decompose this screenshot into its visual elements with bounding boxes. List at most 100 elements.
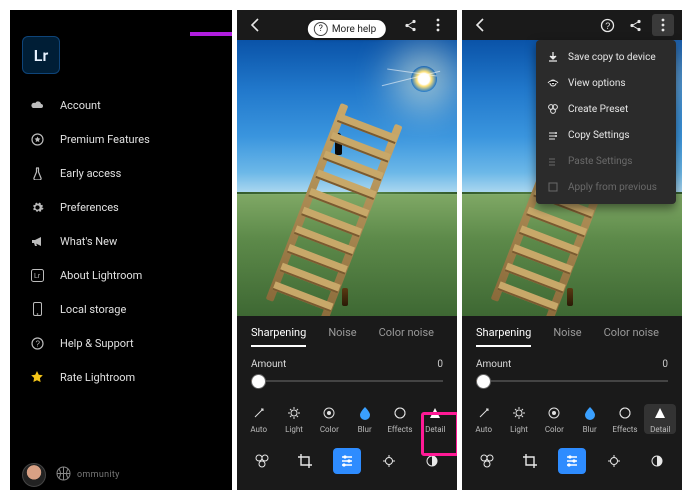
tool-detail[interactable]: Detail [419,404,451,434]
back-icon[interactable] [245,14,267,36]
avatar[interactable] [22,463,46,487]
tool-label: Detail [425,425,445,434]
lr-box-icon: Lr [26,269,48,282]
sidebar-item-label: Premium Features [60,133,150,146]
tab-color-noise[interactable]: Color noise [604,326,659,347]
bottom-toolbar [462,442,682,482]
menu-paste-settings: Paste Settings [536,148,676,174]
adjust-icon[interactable] [333,448,361,474]
bottom-toolbar [237,442,457,482]
kebab-icon[interactable] [427,14,449,36]
slider-thumb[interactable] [476,374,491,389]
heal-icon[interactable] [600,448,628,474]
sidebar-item-preferences[interactable]: Preferences [10,190,232,224]
tool-label: Color [320,425,339,434]
app-logo: Lr [22,36,60,74]
sidebar-item-rate[interactable]: Rate Lightroom [10,360,232,394]
tool-label: Light [285,425,303,434]
sidebar-item-label: Local storage [60,303,126,316]
tool-light[interactable]: Light [278,404,310,434]
flask-icon [26,167,48,180]
menu-create-preset[interactable]: Create Preset [536,96,676,122]
blur-icon [584,404,596,422]
heal-icon[interactable] [375,448,403,474]
phone-icon [26,302,48,316]
sidebar-item-about[interactable]: Lr About Lightroom [10,258,232,292]
slider-thumb[interactable] [251,374,266,389]
light-icon [512,404,526,422]
mask-icon[interactable] [643,448,671,474]
tab-sharpening[interactable]: Sharpening [251,326,306,347]
menu-copy-settings[interactable]: Copy Settings [536,122,676,148]
share-icon[interactable] [399,14,421,36]
effects-icon [618,404,632,422]
kebab-icon[interactable] [652,14,674,36]
menu-label: Create Preset [568,104,628,115]
help-icon: ? [314,22,328,36]
blur-icon [359,404,371,422]
tool-effects[interactable]: Effects [384,404,416,434]
presets-icon[interactable] [248,448,276,474]
menu-label: Paste Settings [568,156,632,167]
sidebar-item-premium[interactable]: Premium Features [10,122,232,156]
effects-icon [393,404,407,422]
tool-label: Color [545,425,564,434]
amount-slider[interactable] [251,374,443,388]
sidebar-item-label: Account [60,99,101,112]
sidebar-item-account[interactable]: Account [10,88,232,122]
tab-color-noise[interactable]: Color noise [379,326,434,347]
menu-label: View options [568,78,626,89]
gear-icon [26,201,48,214]
photo-preview[interactable] [237,40,457,316]
tool-auto[interactable]: Auto [468,404,500,434]
sidebar-item-label: Preferences [60,201,119,214]
slider-label-amount: Amount [251,359,437,370]
sidebar-item-label: What's New [60,235,117,248]
help-icon: ? [26,337,48,350]
menu-save-copy[interactable]: Save copy to device [536,44,676,70]
sidebar-item-help[interactable]: ? Help & Support [10,326,232,360]
tool-effects[interactable]: Effects [609,404,641,434]
tool-blur[interactable]: Blur [574,404,606,434]
sidebar-item-local-storage[interactable]: Local storage [10,292,232,326]
tool-label: Blur [583,425,597,434]
tool-blur[interactable]: Blur [349,404,381,434]
back-icon[interactable] [470,14,492,36]
tool-detail[interactable]: Detail [644,404,676,434]
detail-tabs: Sharpening Noise Color noise [462,316,682,351]
more-help-button[interactable]: ? More help [308,20,386,38]
kebab-dropdown: Save copy to device View options Create … [536,40,676,204]
crop-icon[interactable] [516,448,544,474]
menu-view-options[interactable]: View options [536,70,676,96]
sidebar-item-early-access[interactable]: Early access [10,156,232,190]
light-icon [287,404,301,422]
help-icon[interactable]: ? [596,14,618,36]
mask-icon[interactable] [418,448,446,474]
svg-text:?: ? [35,339,40,348]
crop-icon[interactable] [291,448,319,474]
star-circle-icon [26,133,48,146]
tool-auto[interactable]: Auto [243,404,275,434]
presets-icon[interactable] [473,448,501,474]
tab-noise[interactable]: Noise [553,326,581,347]
globe-icon[interactable] [56,466,71,485]
sidebar-item-whats-new[interactable]: What's New [10,224,232,258]
editor-panel-dropdown: ? [462,10,682,490]
amount-slider[interactable] [476,374,668,388]
share-icon[interactable] [624,14,646,36]
tool-label: Effects [612,425,637,434]
auto-icon [252,404,266,422]
tab-sharpening[interactable]: Sharpening [476,326,531,347]
tool-color[interactable]: Color [313,404,345,434]
tool-color[interactable]: Color [538,404,570,434]
star-icon [26,370,48,384]
svg-text:?: ? [605,21,610,31]
color-icon [547,404,561,422]
sidebar-item-label: Help & Support [60,337,134,350]
tool-light[interactable]: Light [503,404,535,434]
tab-noise[interactable]: Noise [328,326,356,347]
tool-label: Effects [387,425,412,434]
view-icon [546,77,560,89]
editor-panel-more-help: ? More help Sharpening [237,10,457,490]
adjust-icon[interactable] [558,448,586,474]
